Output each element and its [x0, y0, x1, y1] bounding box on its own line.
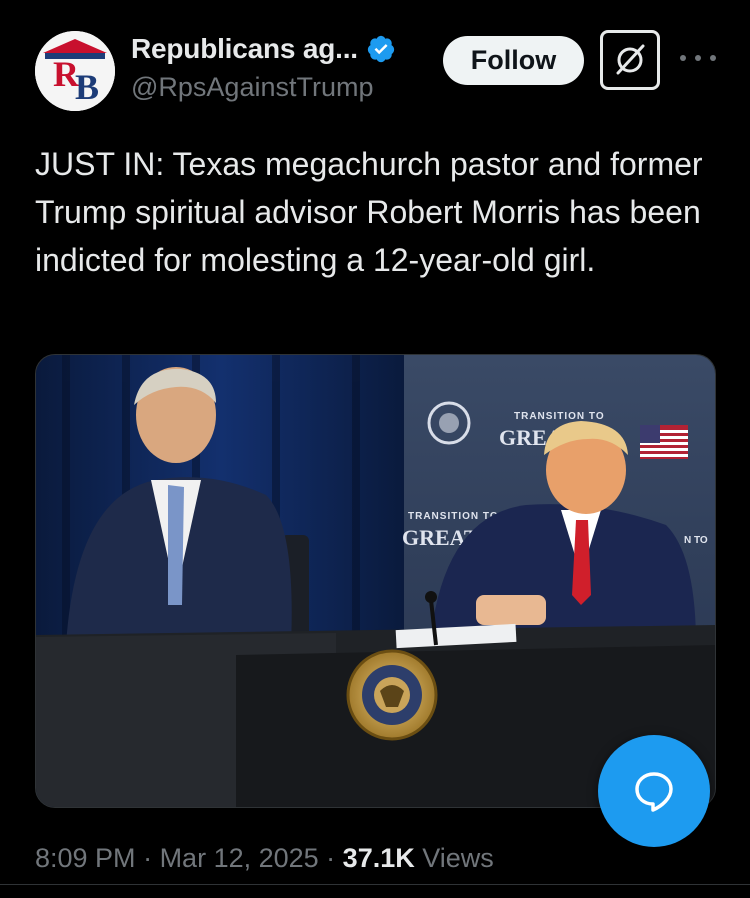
avatar[interactable]: R B — [35, 31, 115, 111]
american-flag-icon — [640, 425, 688, 459]
views-label: Views — [422, 843, 494, 873]
avatar-logo-icon: R B — [35, 31, 115, 111]
verified-badge-icon — [367, 35, 395, 63]
more-dot — [680, 55, 686, 61]
banner-top-line1: TRANSITION TO — [514, 411, 605, 422]
tweet-header: R B Republicans ag... @RpsAgainstTrump F… — [0, 0, 750, 120]
more-options-icon[interactable] — [680, 48, 716, 68]
svg-text:B: B — [75, 67, 99, 107]
tweet-text: JUST IN: Texas megachurch pastor and for… — [35, 146, 703, 278]
presidential-seal-icon — [346, 649, 438, 741]
meta-separator: · — [318, 843, 343, 873]
author-name-row: Republicans ag... — [131, 33, 396, 65]
tweet-photo[interactable]: TRANSITION TO GREATN TRANSITION TO GREAT… — [35, 354, 716, 808]
photo-scene: TRANSITION TO GREATN TRANSITION TO GREAT… — [36, 355, 715, 807]
tweet-meta: 8:09 PM · Mar 12, 2025 · 37.1K Views — [35, 843, 494, 874]
views-count[interactable]: 37.1K — [343, 843, 415, 873]
grok-button[interactable] — [600, 30, 660, 90]
author-display-name[interactable]: Republicans ag... — [131, 33, 358, 65]
meta-separator: · — [135, 843, 160, 873]
author-handle[interactable]: @RpsAgainstTrump — [131, 72, 374, 103]
chat-bubble-icon — [635, 772, 673, 812]
compose-reply-button[interactable] — [598, 735, 710, 847]
more-dot — [695, 55, 701, 61]
grok-icon — [616, 44, 645, 75]
more-dot — [710, 55, 716, 61]
right-edge-text: N TO — [684, 535, 708, 546]
tweet-date[interactable]: Mar 12, 2025 — [160, 843, 319, 873]
divider — [0, 884, 750, 885]
follow-button[interactable]: Follow — [443, 36, 584, 85]
tweet-time[interactable]: 8:09 PM — [35, 843, 136, 873]
